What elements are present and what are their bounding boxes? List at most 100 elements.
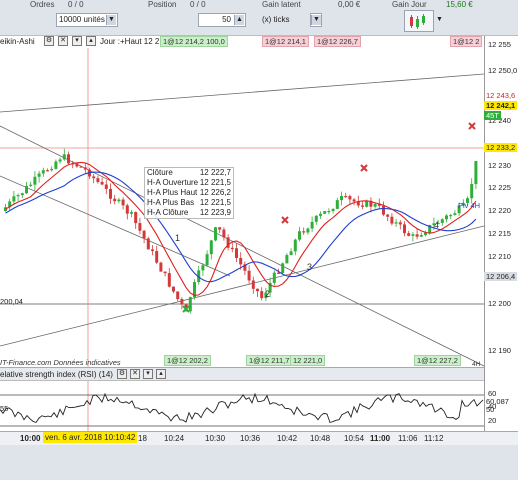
candle-body [445, 215, 448, 220]
ticks-unit-label: (x) ticks [262, 15, 290, 24]
price-tag-233: 12 233,2 [484, 143, 518, 152]
candle-body [256, 288, 259, 292]
latent-gain-label: Gain latent [262, 0, 301, 9]
candle-body [146, 238, 150, 250]
close-value: 12 222,7 [199, 168, 231, 177]
candle-body [398, 222, 402, 225]
candle-body [260, 291, 264, 299]
stepper-icon: ▲ [234, 15, 244, 25]
candle-body [235, 248, 238, 258]
wave-label-1: 1 [175, 233, 181, 243]
candle-body [46, 170, 49, 172]
arrow-down-icon[interactable]: ▾ [72, 36, 82, 46]
ha-close-label: H-A Clôture [147, 208, 189, 217]
arrow-down-icon[interactable]: ▾ [143, 369, 153, 379]
candle-body [323, 211, 327, 214]
candle-body [348, 196, 352, 200]
candle-body [310, 221, 314, 229]
chevron-down-icon[interactable]: ▼ [436, 16, 443, 23]
candle-body [331, 208, 335, 212]
close-label: Clôture [147, 168, 173, 177]
rsi-left-value: 55 [0, 404, 9, 413]
candle-body [176, 291, 180, 300]
trend-line-upper [0, 73, 484, 113]
candle-body [62, 154, 66, 160]
price-tick: 12 215 [488, 229, 511, 238]
candle-body [470, 183, 474, 199]
orders-value: 0 / 0 [68, 0, 84, 9]
ha-open-value: 12 221,5 [199, 178, 231, 187]
order-pill-2[interactable]: 1@12 226,7 [314, 36, 361, 47]
arrow-up-icon[interactable]: ▴ [156, 369, 166, 379]
time-tick: 10:36 [240, 434, 261, 443]
candle-body [403, 224, 406, 234]
candle-body [222, 229, 226, 238]
candle-body [100, 182, 104, 185]
ticks-unit-dropdown[interactable]: ▼ [310, 13, 322, 27]
orders-label: Ordres [30, 0, 55, 9]
chart-type-button[interactable] [404, 10, 434, 32]
candle-body [247, 270, 251, 281]
order-pill-bottom-3[interactable]: 12 221,0 [290, 355, 326, 366]
ha-high-label: H-A Plus Haut [147, 188, 198, 197]
candle-body [67, 154, 70, 164]
candle-body [319, 213, 322, 216]
order-pill-bottom-1[interactable]: 1@12 202,2 [164, 355, 211, 366]
rsi-tick: 20 [488, 416, 497, 425]
time-axis[interactable]: 10:00 18 10:24 10:30 10:36 10:42 10:48 1… [0, 431, 518, 445]
candle-body [251, 280, 255, 289]
candle-body [239, 257, 243, 265]
price-tick: 12 220 [488, 206, 511, 215]
candle-body [54, 161, 58, 169]
close-icon[interactable]: ✕ [58, 36, 68, 46]
bar-timer-tag: 45T [484, 111, 501, 120]
candle-body [209, 240, 213, 255]
candle-body [188, 297, 192, 312]
candle-body [335, 200, 339, 209]
order-pill-overlay[interactable]: 1@12 214,2 100,0 [160, 36, 228, 47]
candle-body [167, 273, 171, 287]
units-select-value: 10000 unités [59, 15, 105, 24]
order-pill-bottom-4[interactable]: 1@12 227,2 [414, 355, 461, 366]
arrow-up-icon[interactable]: ▴ [86, 36, 96, 46]
wrench-icon[interactable]: ⚙ [117, 369, 127, 379]
ohlc-info-box: Clôture 12 222,7 H-A Ouverture 12 221,5 H-… [144, 167, 234, 219]
settings-icon[interactable]: ⚙ [44, 36, 54, 46]
order-pill-3[interactable]: 1@12 2 [450, 36, 483, 47]
candle-body [453, 213, 457, 216]
position-value: 0 / 0 [190, 0, 206, 9]
bottom-panel [0, 445, 518, 480]
candle-body [205, 254, 209, 266]
units-select[interactable]: 10000 unités ▼ [56, 13, 118, 27]
candle-body [113, 198, 117, 202]
ticks-input[interactable]: 50 ▲ [198, 13, 246, 27]
price-tag-current: 12 242,1 [484, 101, 518, 110]
order-pill-bottom-2[interactable]: 1@12 211,7 [246, 355, 293, 366]
candle-body [344, 196, 348, 198]
candle-body [382, 205, 385, 215]
candle-body [365, 200, 369, 207]
cursor-time-label: ven. 6 avr. 2018 10:10:42 [43, 432, 138, 443]
day-gain-label: Gain Jour [392, 0, 427, 9]
order-pill-1[interactable]: 1@12 214,1 [262, 36, 309, 47]
watermark: IT-Finance.com Données indicatives [0, 358, 121, 367]
candle-body [159, 262, 163, 272]
candle-body [134, 212, 138, 224]
candle-body [172, 286, 175, 292]
price-tick: 12 250,0 [488, 66, 518, 75]
candle-body [407, 233, 411, 236]
chevron-down-icon: ▼ [106, 15, 116, 25]
candle-body [180, 299, 184, 305]
candle-body [386, 214, 390, 217]
candle-body [142, 230, 146, 239]
close-icon[interactable]: ✕ [130, 369, 140, 379]
candle-body [117, 199, 121, 202]
chevron-down-icon: ▼ [311, 15, 321, 25]
time-tick: 10:00 [20, 434, 41, 443]
candle-body [201, 265, 205, 271]
candle-body [440, 219, 444, 223]
latent-gain-value: 0,00 € [338, 0, 361, 9]
candle-body [25, 185, 28, 194]
candle-body [272, 272, 276, 283]
position-label: Position [148, 0, 177, 9]
